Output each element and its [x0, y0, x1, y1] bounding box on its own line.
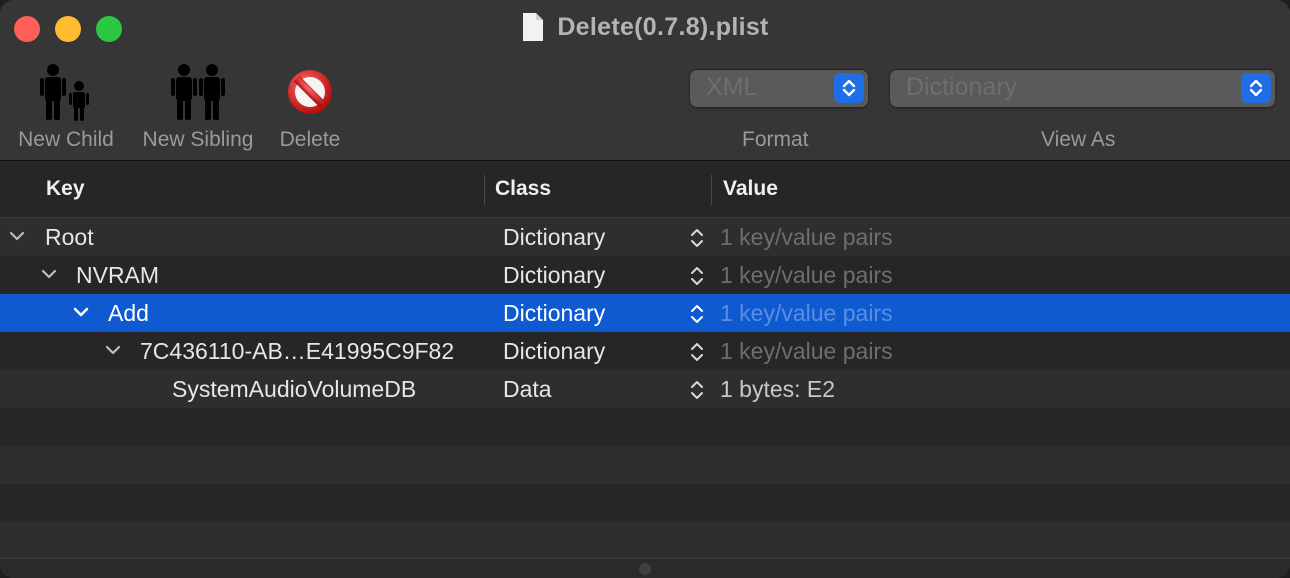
prohibited-icon	[288, 70, 332, 114]
new-child-button[interactable]: New Child	[12, 58, 120, 152]
row-value: 1 key/value pairs	[720, 338, 893, 364]
empty-row	[0, 408, 1290, 446]
row-key: SystemAudioVolumeDB	[172, 376, 417, 402]
view-as-popup-value: Dictionary	[906, 73, 1018, 101]
new-child-label: New Child	[18, 128, 114, 151]
column-header-class[interactable]: Class	[495, 177, 551, 201]
empty-row	[0, 446, 1290, 484]
row-class: Dictionary	[503, 224, 606, 250]
format-label: Format	[742, 128, 809, 151]
popup-arrows-icon	[834, 73, 864, 103]
outline-row[interactable]: NVRAM Dictionary 1 key/value pairs	[0, 256, 1290, 294]
row-value: 1 key/value pairs	[720, 224, 893, 250]
row-class: Dictionary	[503, 262, 606, 288]
outline-row-selected[interactable]: Add Dictionary 1 key/value pairs	[0, 294, 1290, 332]
row-key: Add	[108, 300, 149, 326]
column-header-key[interactable]: Key	[46, 177, 85, 201]
outline-row[interactable]: 7C436110-AB…E41995C9F82 Dictionary 1 key…	[0, 332, 1290, 370]
disclosure-chevron-icon[interactable]	[41, 268, 57, 280]
view-as-popup[interactable]: Dictionary	[890, 69, 1275, 107]
outline-row[interactable]: Root Dictionary 1 key/value pairs	[0, 218, 1290, 256]
column-divider[interactable]	[711, 175, 712, 205]
view-as-label: View As	[1041, 128, 1116, 151]
row-key: 7C436110-AB…E41995C9F82	[140, 338, 455, 364]
class-stepper-icon[interactable]	[688, 378, 706, 402]
outline-header: Key Class Value	[0, 161, 1290, 218]
resize-grip-icon[interactable]	[639, 563, 651, 575]
row-class: Data	[503, 376, 552, 402]
parent-child-icon	[40, 64, 89, 121]
empty-row	[0, 522, 1290, 560]
new-sibling-label: New Sibling	[142, 128, 254, 151]
column-header-value[interactable]: Value	[723, 177, 778, 201]
format-popup-value: XML	[706, 73, 758, 101]
window-title-text: Delete(0.7.8).plist	[557, 12, 769, 41]
class-stepper-icon[interactable]	[688, 226, 706, 250]
delete-label: Delete	[279, 128, 341, 151]
toolbar-area: Delete(0.7.8).plist New Child New Siblin…	[0, 0, 1290, 161]
disclosure-chevron-icon[interactable]	[105, 344, 121, 356]
disclosure-chevron-icon[interactable]	[73, 306, 89, 318]
row-class: Dictionary	[503, 338, 606, 364]
row-value: 1 bytes: E2	[720, 376, 836, 402]
class-stepper-icon[interactable]	[688, 264, 706, 288]
new-sibling-button[interactable]: New Sibling	[134, 58, 262, 152]
row-key: Root	[45, 224, 94, 250]
disclosure-chevron-icon[interactable]	[9, 230, 25, 242]
format-popup[interactable]: XML	[690, 69, 868, 107]
row-value: 1 key/value pairs	[720, 262, 893, 288]
row-value: 1 key/value pairs	[720, 300, 893, 326]
empty-row	[0, 484, 1290, 522]
bottom-bar	[0, 558, 1290, 578]
plist-editor-window: Delete(0.7.8).plist New Child New Siblin…	[0, 0, 1290, 578]
delete-button[interactable]: Delete	[272, 58, 348, 152]
popup-arrows-icon	[1241, 73, 1271, 103]
row-key: NVRAM	[76, 262, 160, 288]
document-icon	[523, 13, 544, 41]
row-class: Dictionary	[503, 300, 606, 326]
column-divider[interactable]	[484, 175, 485, 205]
outline-row[interactable]: SystemAudioVolumeDB Data 1 bytes: E2	[0, 370, 1290, 408]
class-stepper-icon[interactable]	[688, 302, 706, 326]
window-title: Delete(0.7.8).plist	[0, 10, 1290, 44]
siblings-icon	[171, 64, 225, 120]
class-stepper-icon[interactable]	[688, 340, 706, 364]
